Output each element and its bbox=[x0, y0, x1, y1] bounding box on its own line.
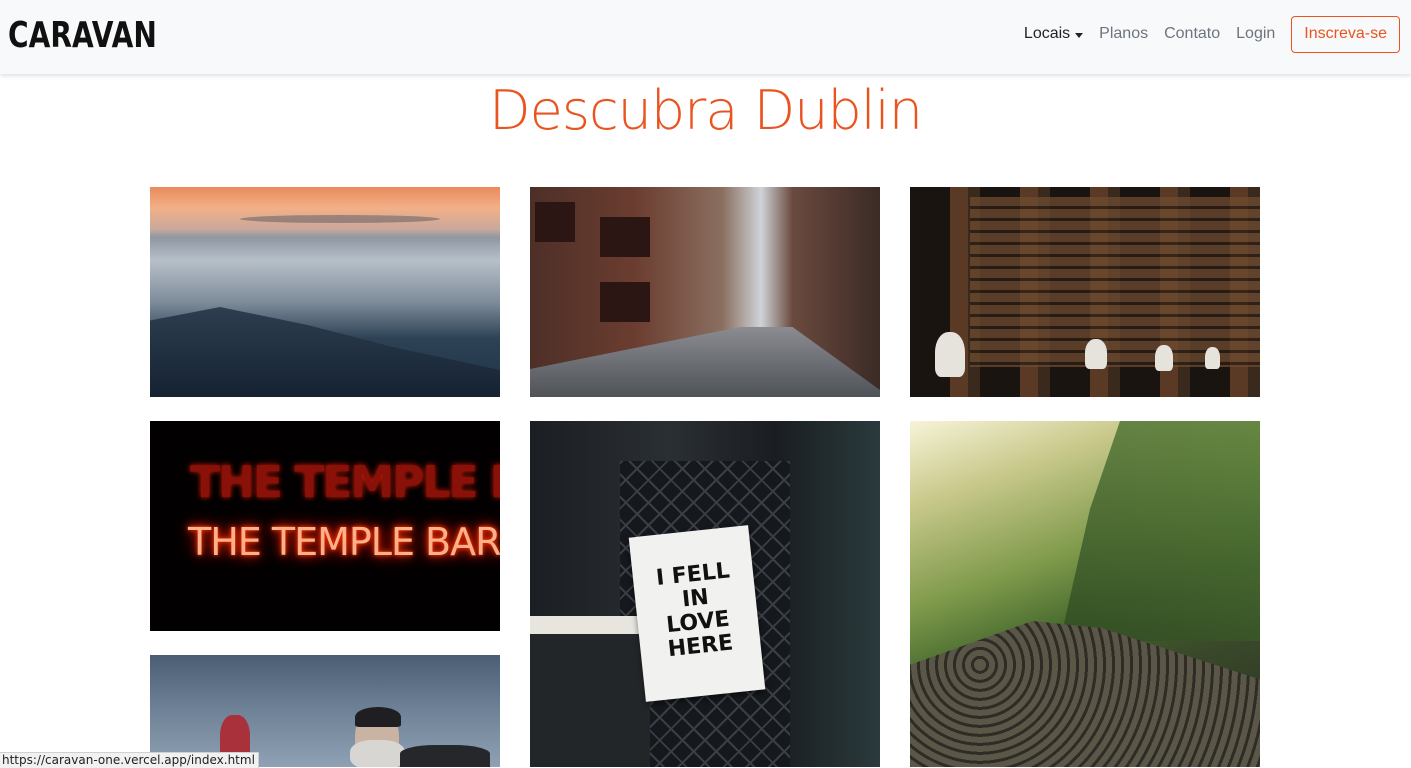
window-shape bbox=[600, 282, 650, 322]
gallery-photo-man[interactable] bbox=[150, 655, 500, 767]
rocks-shape bbox=[150, 307, 500, 397]
navbar: CARAVAN Locais Planos Contato Login Insc… bbox=[0, 0, 1411, 74]
bust-statue bbox=[1205, 347, 1220, 369]
gallery-photo-street[interactable] bbox=[530, 187, 880, 397]
gallery-photo-temple-bar[interactable]: THE TEMPLE BAR THE TEMPLE BAR bbox=[150, 421, 500, 631]
bookshelf-shape bbox=[970, 197, 1260, 367]
beard-shape bbox=[350, 740, 405, 767]
brand-logo[interactable]: CARAVAN bbox=[8, 14, 157, 58]
page-title: Descubra Dublin bbox=[489, 79, 923, 142]
neon-sign-main: THE TEMPLE BAR bbox=[188, 520, 500, 564]
cloud-shape bbox=[240, 215, 440, 223]
signup-button[interactable]: Inscreva-se bbox=[1291, 15, 1400, 53]
link-status-bar: https://caravan-one.vercel.app/index.htm… bbox=[0, 752, 259, 768]
desk-shape bbox=[530, 616, 650, 767]
gallery-photo-hills[interactable] bbox=[910, 421, 1260, 767]
cliff-shape bbox=[1060, 421, 1260, 641]
coat-shape bbox=[400, 745, 490, 767]
gallery-photo-library[interactable] bbox=[910, 187, 1260, 397]
nav-link-locais[interactable]: Locais bbox=[1023, 25, 1084, 43]
basalt-stones bbox=[910, 621, 1260, 767]
poster-text: I FELL IN LOVE HERE bbox=[632, 557, 761, 665]
caret-down-icon bbox=[1075, 32, 1084, 38]
bust-statue bbox=[935, 332, 965, 377]
bust-statue bbox=[1155, 345, 1173, 371]
window-shape bbox=[535, 202, 575, 242]
gallery-photo-coast[interactable] bbox=[150, 187, 500, 397]
window-shape bbox=[600, 217, 650, 257]
poster-card: I FELL IN LOVE HERE bbox=[628, 525, 766, 702]
nav-links: Locais Planos Contato Login Inscreva-se bbox=[1024, 15, 1400, 53]
nav-link-contato[interactable]: Contato bbox=[1164, 25, 1220, 43]
nav-link-planos[interactable]: Planos bbox=[1099, 25, 1148, 43]
nav-link-login[interactable]: Login bbox=[1236, 25, 1275, 43]
cobblestone-street bbox=[530, 327, 880, 397]
gallery-photo-poster[interactable]: I FELL IN LOVE HERE bbox=[530, 421, 880, 767]
hat-shape bbox=[355, 707, 401, 727]
neon-sign-top: THE TEMPLE BAR bbox=[190, 457, 500, 508]
bust-statue bbox=[1085, 339, 1107, 369]
nav-link-label: Locais bbox=[1023, 25, 1071, 42]
